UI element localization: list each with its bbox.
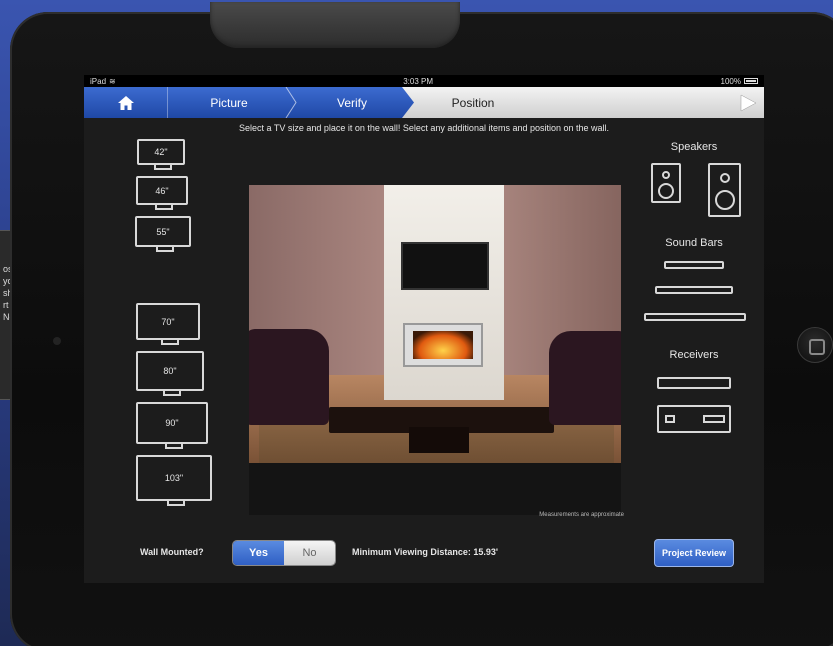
receiver-full[interactable] <box>657 405 731 433</box>
right-armchair <box>549 331 621 425</box>
measurement-note: Measurements are approximate <box>539 512 624 518</box>
receivers-title: Receivers <box>669 349 719 361</box>
speaker-large[interactable] <box>708 163 741 217</box>
sound-bar-large[interactable] <box>644 313 746 321</box>
speaker-tweeter-icon <box>662 171 670 179</box>
tab-position[interactable]: Position <box>418 87 528 118</box>
left-armchair <box>249 329 329 425</box>
speaker-woofer-icon <box>714 190 735 210</box>
status-battery: 100% <box>721 77 758 86</box>
status-bar: iPad ≋ 3:03 PM 100% <box>84 75 764 87</box>
tv-size-46[interactable]: 46" <box>136 176 188 210</box>
speaker-woofer-icon <box>658 183 674 199</box>
fireplace <box>403 323 483 367</box>
tv-size-42[interactable]: 42" <box>137 139 185 170</box>
tv-size-70[interactable]: 70" <box>136 303 200 345</box>
sound-bars-title: Sound Bars <box>665 237 723 249</box>
toggle-yes-option[interactable]: Yes <box>233 541 284 565</box>
room-preview[interactable] <box>249 185 621 463</box>
speakers-title: Speakers <box>670 141 718 153</box>
project-review-button[interactable]: Project Review <box>654 539 734 567</box>
bezel-notch <box>210 2 460 48</box>
home-icon <box>117 95 134 110</box>
min-viewing-distance: Minimum Viewing Distance: 15.93' <box>352 547 499 557</box>
wizard-nav: Picture Verify Position <box>84 87 764 118</box>
fireplace-wall <box>384 185 504 400</box>
speaker-small[interactable] <box>651 163 681 203</box>
placed-tv[interactable] <box>401 242 489 290</box>
receiver-knob-icon <box>703 415 725 423</box>
play-arrow-icon <box>740 94 757 112</box>
wall-mounted-label: Wall Mounted? <box>140 547 204 557</box>
sound-bar-small[interactable] <box>664 261 724 269</box>
tv-size-90[interactable]: 90" <box>136 402 208 449</box>
battery-icon <box>743 78 758 85</box>
tv-size-55[interactable]: 55" <box>135 216 191 252</box>
nav-home-button[interactable] <box>84 87 168 118</box>
toggle-no-option[interactable]: No <box>284 541 335 565</box>
wall-mounted-toggle[interactable]: Yes No <box>232 540 336 566</box>
tab-verify[interactable]: Verify <box>294 87 410 118</box>
wifi-icon: ≋ <box>109 76 116 86</box>
status-time: 3:03 PM <box>403 76 434 86</box>
coffee-table-base <box>409 427 469 453</box>
front-camera <box>53 337 61 345</box>
status-device: iPad ≋ <box>90 76 116 86</box>
tv-size-103[interactable]: 103" <box>136 455 212 506</box>
room-bottom-band <box>249 463 621 515</box>
receiver-slim[interactable] <box>657 377 731 389</box>
ipad-screen: iPad ≋ 3:03 PM 100% Picture Verify Positi… <box>84 75 764 583</box>
instructions-text: Select a TV size and place it on the wal… <box>238 123 610 133</box>
home-button[interactable] <box>797 327 833 363</box>
tab-picture[interactable]: Picture <box>169 87 289 118</box>
sound-bar-medium[interactable] <box>655 286 733 294</box>
next-arrow-button[interactable] <box>738 93 758 113</box>
tv-size-80[interactable]: 80" <box>136 351 204 396</box>
receiver-display-icon <box>665 415 675 423</box>
speaker-tweeter-icon <box>719 173 730 183</box>
